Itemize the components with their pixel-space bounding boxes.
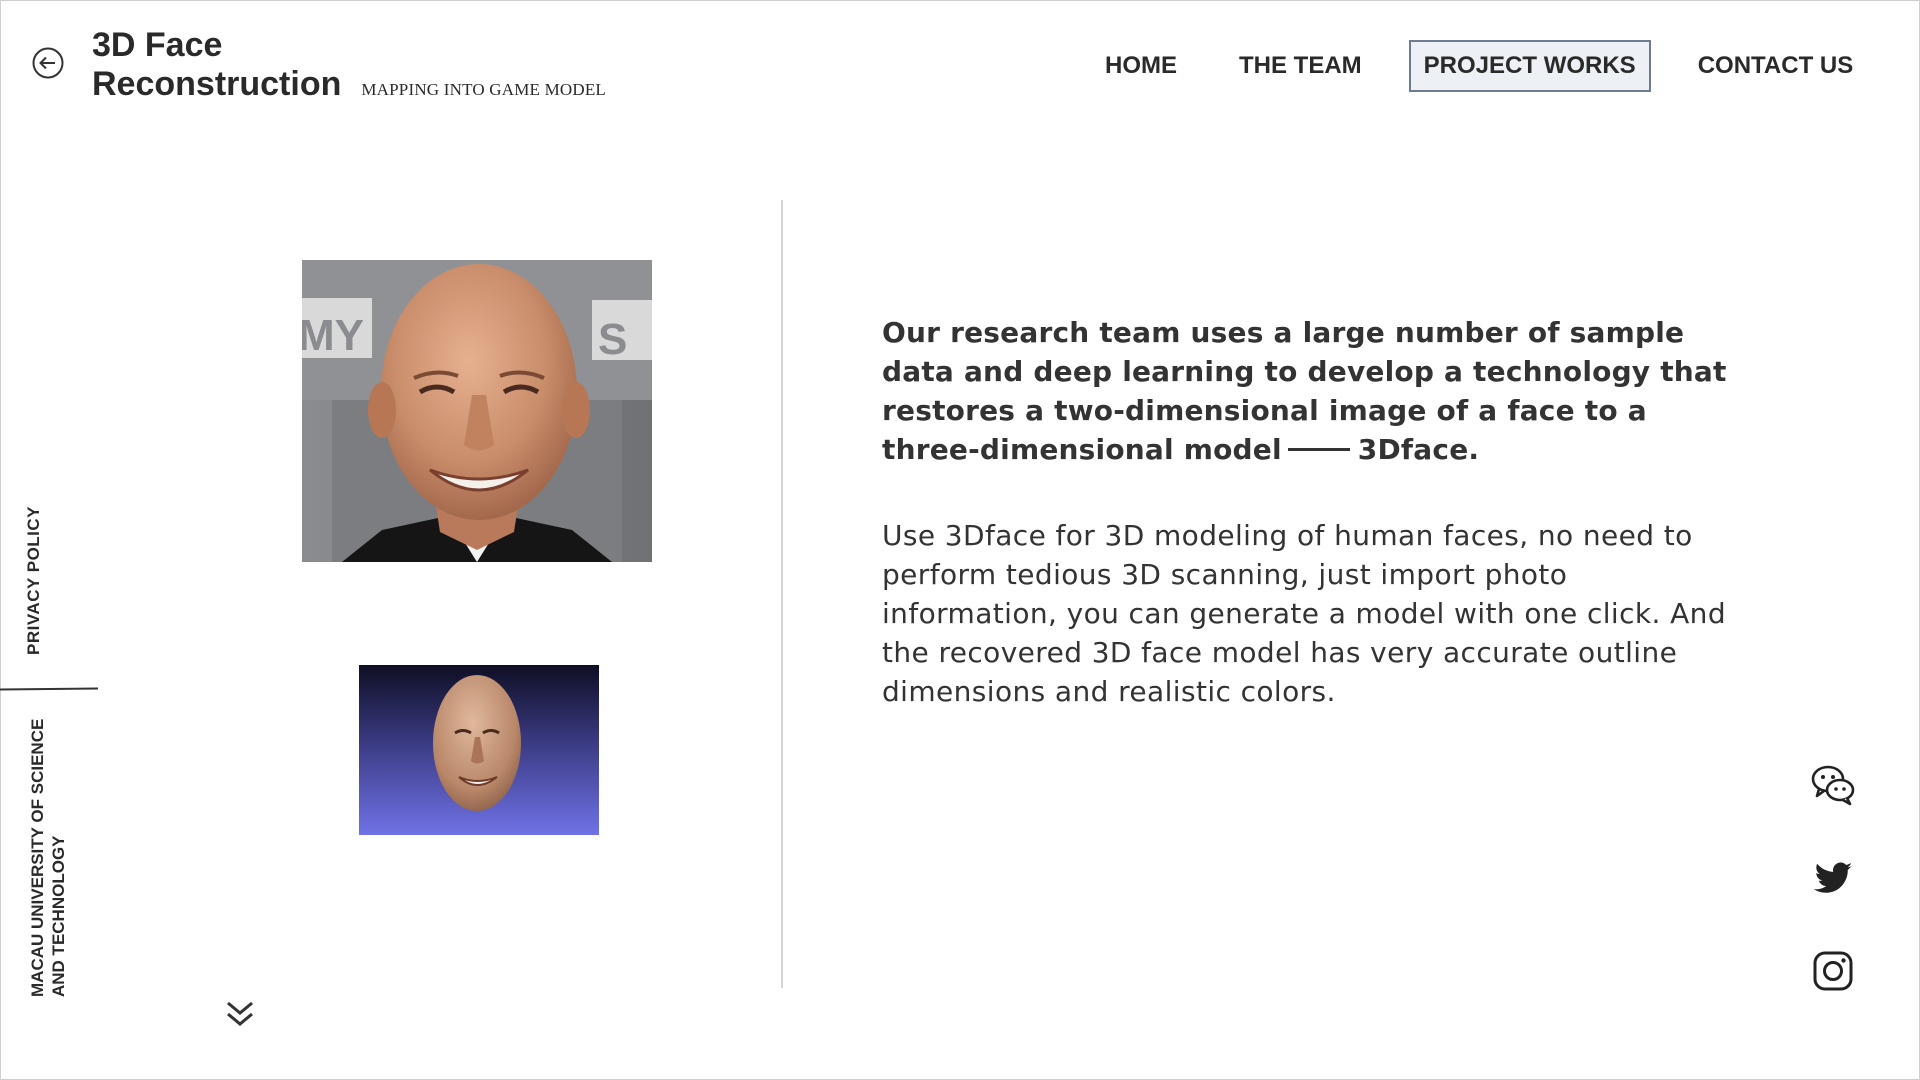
nav-the-team[interactable]: THE TEAM: [1224, 40, 1377, 92]
university-name: MACAU UNIVERSITY OF SCIENCE AND TECHNOLO…: [28, 718, 68, 997]
brand: 3D Face Reconstruction MAPPING INTO GAME…: [92, 26, 606, 104]
site-title-line2: Reconstruction: [92, 65, 342, 103]
nav-home[interactable]: HOME: [1090, 40, 1192, 92]
instagram-button[interactable]: [1810, 948, 1856, 994]
face-3d-model: [359, 665, 599, 835]
em-dash-line: [1287, 447, 1350, 451]
intro-paragraph: Our research team uses a large number of…: [882, 313, 1742, 469]
description-paragraph: Use 3Dface for 3D modeling of human face…: [882, 519, 1726, 708]
nav-project-works[interactable]: PROJECT WORKS: [1408, 40, 1651, 92]
main-nav: HOME THE TEAM PROJECT WORKS CONTACT US: [1090, 40, 1868, 92]
site-subtitle: MAPPING INTO GAME MODEL: [361, 80, 607, 99]
nav-contact-us[interactable]: CONTACT US: [1683, 40, 1869, 92]
wechat-icon: [1811, 765, 1855, 806]
arrow-left-circle-icon: [32, 47, 64, 79]
site-title-line1: 3D Face: [92, 26, 223, 64]
twitter-icon: [1813, 862, 1853, 893]
twitter-button[interactable]: [1810, 855, 1856, 901]
privacy-policy-link[interactable]: PRIVACY POLICY: [24, 506, 44, 655]
photo-sign-left: MY: [302, 311, 364, 360]
double-chevron-down-icon: [227, 1001, 253, 1026]
intro-text: Our research team uses a large number of…: [882, 316, 1727, 466]
instagram-icon: [1813, 951, 1853, 991]
wechat-button[interactable]: [1810, 762, 1856, 808]
back-button[interactable]: [32, 47, 64, 79]
content-divider: [781, 200, 783, 988]
product-name: 3Dface.: [1357, 433, 1480, 466]
scroll-down-button[interactable]: [224, 998, 256, 1030]
photo-sign-right: S: [598, 315, 627, 364]
face-photo: MY S: [302, 260, 652, 562]
